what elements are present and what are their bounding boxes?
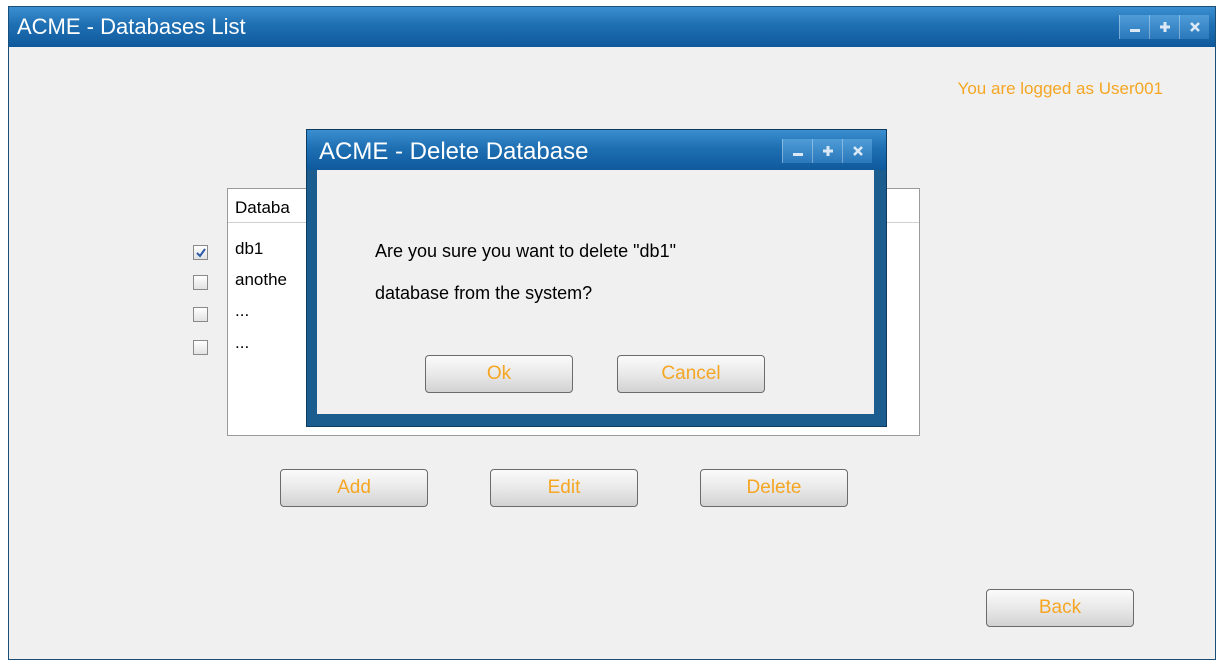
back-button[interactable]: Back <box>986 589 1134 627</box>
dialog-close-button[interactable] <box>842 139 872 163</box>
close-icon <box>1189 22 1200 32</box>
row-checkbox-3[interactable] <box>193 307 208 322</box>
dialog-message-line-2: database from the system? <box>375 283 593 303</box>
delete-database-dialog: ACME - Delete Database Are you sure you … <box>307 130 886 426</box>
maximize-icon <box>822 146 833 156</box>
add-button[interactable]: Add <box>280 469 428 507</box>
column-header-database: Databa <box>235 198 290 217</box>
dialog-maximize-button[interactable] <box>812 139 842 163</box>
close-button[interactable] <box>1179 15 1209 39</box>
edit-button[interactable]: Edit <box>490 469 638 507</box>
dialog-titlebar[interactable]: ACME - Delete Database <box>307 130 886 170</box>
list-item[interactable]: db1 <box>235 239 263 259</box>
dialog-body: Are you sure you want to delete "db1" da… <box>317 170 874 414</box>
list-item[interactable]: ... <box>235 333 249 353</box>
window-controls <box>1119 15 1209 39</box>
maximize-button[interactable] <box>1149 15 1179 39</box>
main-titlebar[interactable]: ACME - Databases List <box>9 7 1215 47</box>
checkmark-icon <box>196 248 206 258</box>
dialog-minimize-button[interactable] <box>782 139 812 163</box>
row-checkbox-db1[interactable] <box>193 245 208 260</box>
minimize-button[interactable] <box>1119 15 1149 39</box>
dialog-title: ACME - Delete Database <box>319 138 589 165</box>
dialog-window-controls <box>782 139 872 163</box>
row-checkbox-4[interactable] <box>193 340 208 355</box>
minimize-icon <box>792 153 803 156</box>
minimize-icon <box>1129 29 1140 32</box>
close-icon <box>852 146 863 156</box>
dialog-message: Are you sure you want to delete "db1" da… <box>375 230 676 314</box>
cancel-button[interactable]: Cancel <box>617 355 765 393</box>
maximize-icon <box>1159 22 1170 32</box>
list-item[interactable]: ... <box>235 301 249 321</box>
dialog-message-line-1: Are you sure you want to delete "db1" <box>375 241 676 261</box>
ok-button[interactable]: Ok <box>425 355 573 393</box>
window-title: ACME - Databases List <box>17 14 246 39</box>
delete-button[interactable]: Delete <box>700 469 848 507</box>
logged-user-label: You are logged as User001 <box>957 79 1163 98</box>
list-item[interactable]: anothe <box>235 270 287 290</box>
databases-list-window: ACME - Databases List You are logged as … <box>8 6 1216 660</box>
row-checkbox-2[interactable] <box>193 275 208 290</box>
